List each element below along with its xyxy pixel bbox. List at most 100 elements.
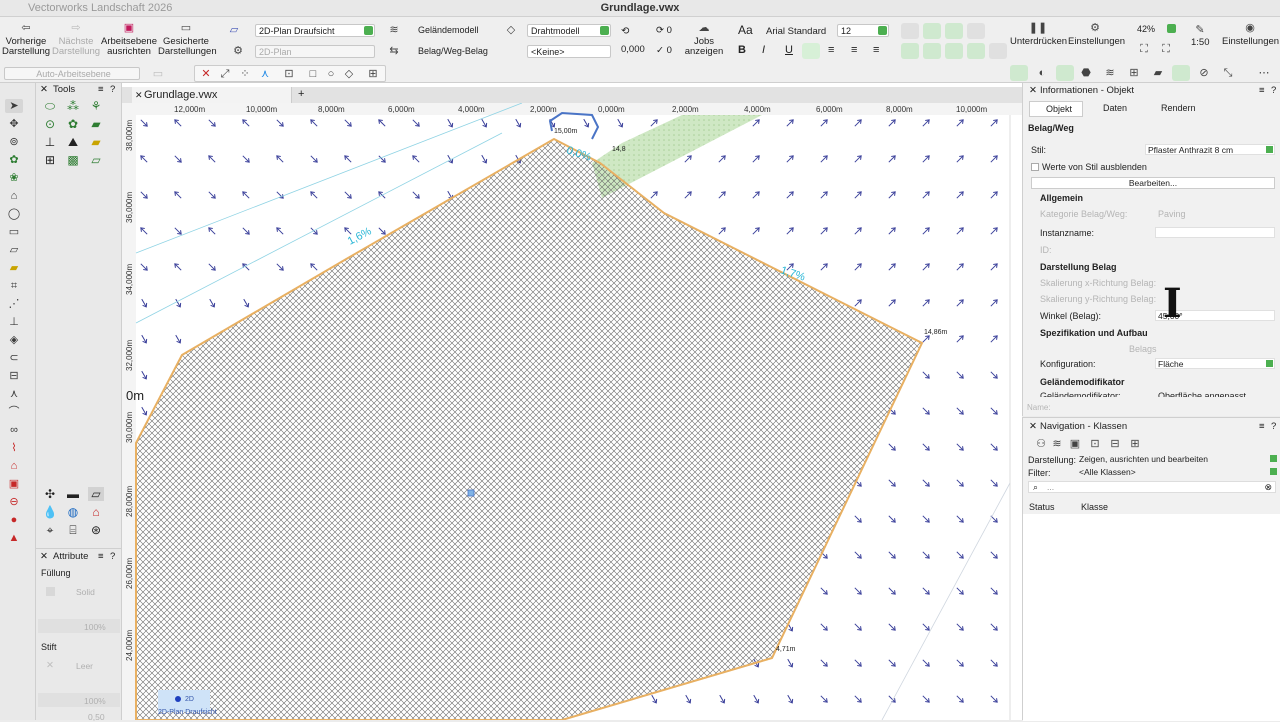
fill-type[interactable]: Solid [76,587,95,597]
fill-opacity-bar[interactable] [38,619,120,633]
column-class[interactable]: Klasse [1081,502,1108,512]
align-center-icon[interactable]: ≡ [828,44,834,56]
snap-lasso-icon[interactable]: ○ [323,67,339,81]
snap-cross-icon[interactable]: ✕ [198,67,214,81]
config-dropdown[interactable]: Fläche [1155,358,1275,369]
tab-data[interactable]: Daten [1089,103,1127,113]
jobs-button[interactable]: ☁ Jobs anzeigen [684,23,724,57]
pan-tool-icon[interactable]: ✥ [5,117,23,131]
landscape-area-icon[interactable]: ▩ [65,153,81,167]
rect-tool-icon[interactable]: ▭ [5,225,23,239]
fill-swatch[interactable] [46,587,55,596]
none-dropdown[interactable]: <Keine> [527,45,611,58]
roof-tool-icon[interactable]: ⋏ [5,387,23,401]
drawing-canvas[interactable]: 12,000m 10,000m 8,000m 6,000m 4,000m 2,000m 0,… [122,103,1022,720]
path-tool-icon[interactable]: ▰ [5,261,23,275]
table-icon[interactable]: ⊞ [1126,66,1142,80]
snap-object-icon[interactable] [923,23,941,39]
nav-views-icon[interactable]: ⊡ [1087,437,1103,451]
site-tool-icon[interactable]: ⌂ [5,189,23,203]
align-right-icon[interactable]: ≡ [851,44,857,56]
zoom-fit-icon[interactable]: ⛶ [1136,42,1152,56]
help-icon[interactable]: ? [110,550,115,564]
contrast-icon[interactable]: ◐ [1034,66,1050,80]
ladder-icon[interactable]: ⌸ [65,523,81,537]
tab-render[interactable]: Rendern [1145,103,1196,113]
spiral-tool-icon[interactable]: ∞ [5,423,23,437]
plant-tool-icon[interactable]: ✿ [5,153,23,167]
section-general[interactable]: Allgemein [1040,193,1083,203]
shape-icon[interactable]: ⬣ [1078,66,1094,80]
pen-none-icon[interactable]: ✕ [46,660,54,671]
mesh-tool-icon[interactable]: ◈ [5,333,23,347]
suspend-button[interactable]: ❚❚ Unterdrücken [1010,23,1067,47]
previous-view-button[interactable]: ⇦ Vorherige Darstellung [2,23,50,57]
zoom-field[interactable]: 42% [1134,23,1176,36]
pen-opacity[interactable]: 100% [84,696,106,706]
menu-icon[interactable]: ≡ [1259,84,1265,98]
snap-edge-icon[interactable] [967,43,985,59]
water-icon[interactable]: 💧 [42,505,58,519]
render-mode-dropdown[interactable]: Drahtmodell [527,24,611,37]
nav-layers-icon[interactable]: ≋ [1049,437,1065,451]
help-icon[interactable]: ? [110,83,115,97]
slab-tool-icon[interactable]: ▱ [5,243,23,257]
snap-surface-icon[interactable] [989,43,1007,59]
snap-point-icon[interactable] [945,43,963,59]
hardscape-tool-icon[interactable]: ⌂ [5,459,23,473]
tab-object[interactable]: Objekt [1029,101,1083,117]
close-icon[interactable]: ✕ [40,83,48,97]
justify-icon[interactable]: ≡ [873,44,879,56]
view-settings-button[interactable]: ◉ Einstellungen [1222,23,1279,47]
close-icon[interactable]: ✕ [1029,84,1037,98]
settings-button[interactable]: ⚙ Einstellungen [1068,23,1125,47]
snap-green-icon[interactable] [1172,65,1190,81]
snap-tangent-icon[interactable] [923,43,941,59]
saved-views-button[interactable]: ▭ Gesicherte Darstellungen [158,23,217,57]
menu-icon[interactable]: ≡ [1259,420,1265,434]
layer-icon[interactable]: ▰ [1150,66,1166,80]
fence-tool-icon[interactable]: ⌇ [5,441,23,455]
instance-name-field[interactable] [1155,227,1275,238]
snap-box-icon[interactable]: □ [305,67,321,81]
section-display[interactable]: Darstellung Belag [1040,262,1117,272]
node-tool-icon[interactable]: ⋰ [5,297,23,311]
building-icon[interactable]: ⌂ [88,505,104,519]
cone-tool-icon[interactable]: ▲ [5,531,23,545]
align-left-icon[interactable] [802,43,820,59]
font-name[interactable]: Arial Standard [766,26,826,37]
nav-classes-icon[interactable]: ⚇ [1033,437,1049,451]
view2-dropdown[interactable]: 2D-Plan [255,45,375,58]
grid-icon[interactable]: ⊞ [42,153,58,167]
hide-style-checkbox[interactable] [1031,163,1039,171]
stairs-tool-icon[interactable]: ⌗ [5,279,23,293]
snap-poly-icon[interactable]: ◇ [341,67,357,81]
zoom-selection-icon[interactable]: ⛶ [1158,42,1174,56]
stack-icon[interactable]: ≋ [1102,66,1118,80]
history-icon[interactable]: ⟲ [621,26,629,37]
clear-icon[interactable]: ⊗ [1264,482,1272,493]
globe-icon[interactable]: ◍ [65,505,81,519]
workplane-toggle-icon[interactable]: ▭ [150,67,166,81]
slab-select-icon[interactable]: ▱ [88,487,104,501]
hedge-icon[interactable]: ▰ [88,117,104,131]
pattern-icon[interactable]: ⊛ [88,523,104,537]
column-tool-icon[interactable]: ⊥ [5,315,23,329]
nav-refs-icon[interactable]: ⊟ [1107,437,1123,451]
irrigation-icon[interactable]: ⊥ [42,135,58,149]
wall-segment-icon[interactable]: ▬ [65,487,81,501]
close-icon[interactable]: ✕ [135,87,143,103]
document-tab[interactable]: ✕ Grundlage.vwx [132,87,292,103]
class-list[interactable] [1023,514,1280,721]
add-tab-icon[interactable]: + [298,88,304,100]
terrain-tool-icon[interactable] [1010,65,1028,81]
menu-icon[interactable]: ≡ [98,83,104,97]
display-dropdown[interactable]: Zeigen, ausrichten und bearbeiten [1077,454,1277,465]
path-icon[interactable]: ▰ [88,135,104,149]
style-dropdown[interactable]: Pflaster Anthrazit 8 cm [1145,144,1275,155]
cylinder-tool-icon[interactable]: ⊖ [5,495,23,509]
view-dropdown[interactable]: 2D-Plan Draufsicht [255,24,375,37]
nav-objects-icon[interactable]: ⊞ [1127,437,1143,451]
wall-tool-icon[interactable]: ⊟ [5,369,23,383]
planting-area-icon[interactable]: ⬭ [42,99,58,113]
